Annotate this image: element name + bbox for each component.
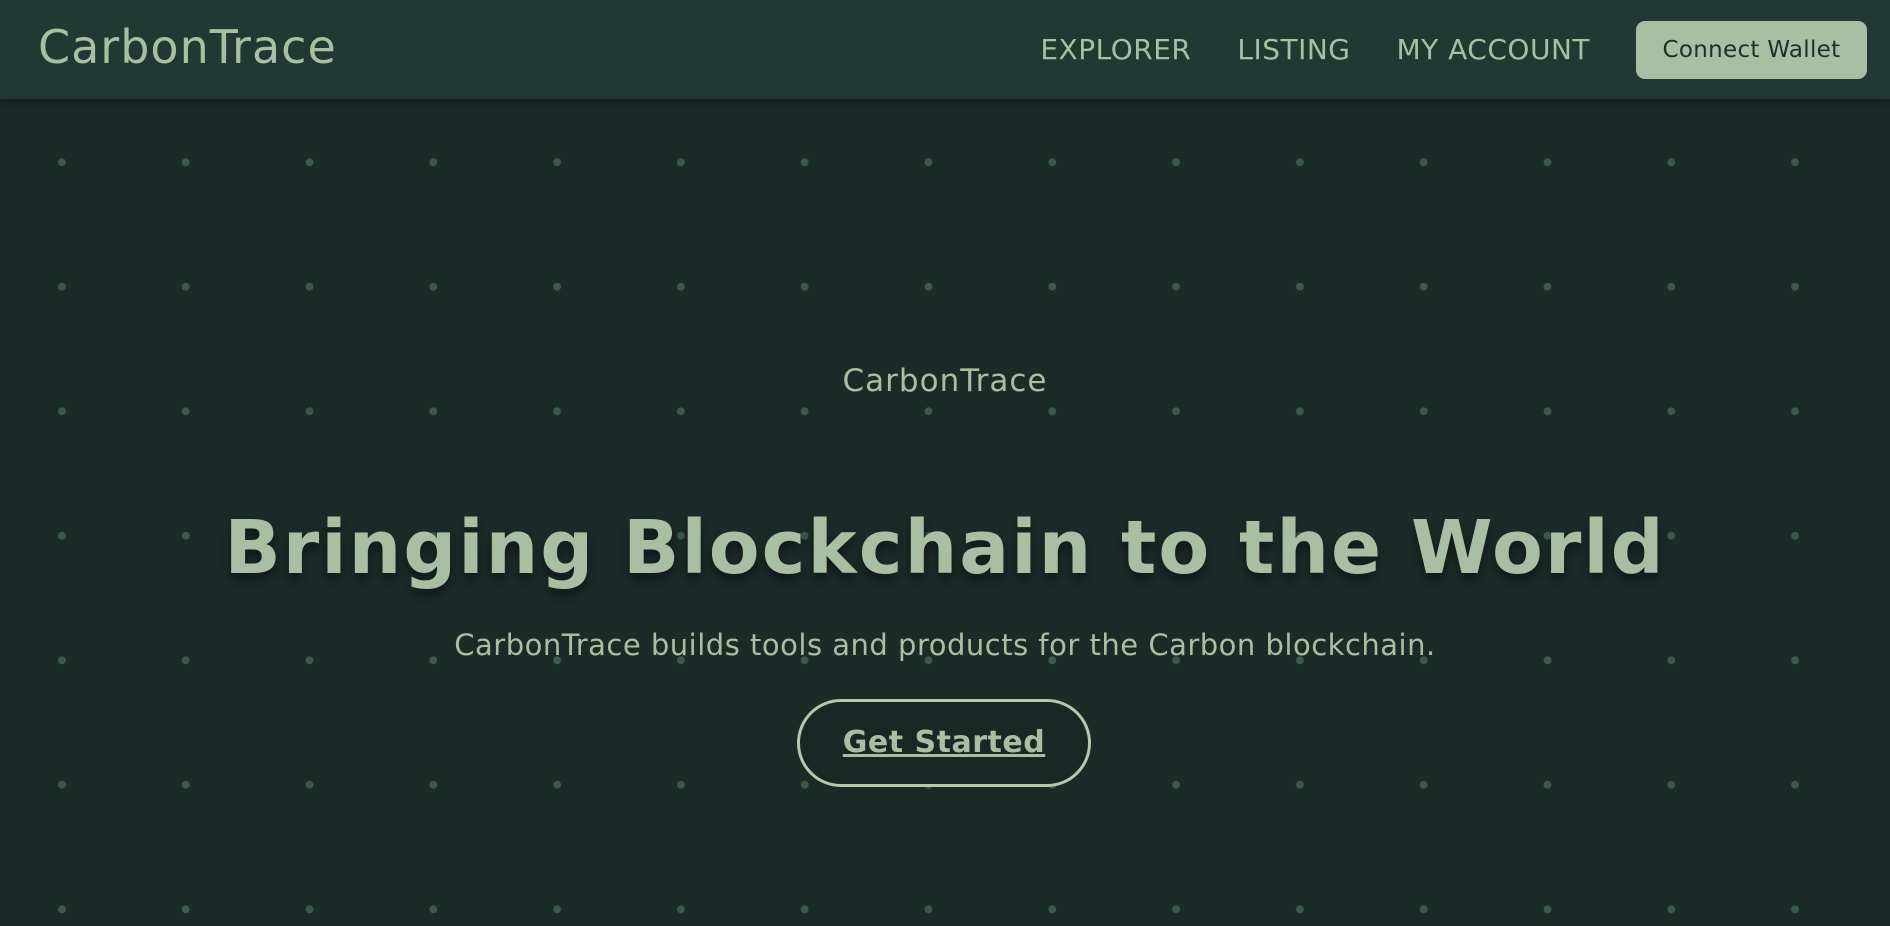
brand-logo[interactable]: CarbonTrace <box>38 19 337 75</box>
hero-title: Bringing Blockchain to the World <box>224 505 1666 591</box>
get-started-button[interactable]: Get Started <box>797 699 1091 787</box>
landing-page: CarbonTrace EXPLORER LISTING MY ACCOUNT … <box>0 0 1890 926</box>
connect-wallet-button[interactable]: Connect Wallet <box>1636 21 1867 79</box>
nav-item-explorer[interactable]: EXPLORER <box>1040 30 1191 70</box>
hero-eyebrow: CarbonTrace <box>842 363 1048 399</box>
nav-item-my-account[interactable]: MY ACCOUNT <box>1396 30 1590 70</box>
top-navbar: CarbonTrace EXPLORER LISTING MY ACCOUNT … <box>0 0 1890 99</box>
nav-links: EXPLORER LISTING MY ACCOUNT <box>1040 30 1590 70</box>
nav-item-listing[interactable]: LISTING <box>1237 30 1350 70</box>
hero-subtitle: CarbonTrace builds tools and products fo… <box>454 628 1436 662</box>
